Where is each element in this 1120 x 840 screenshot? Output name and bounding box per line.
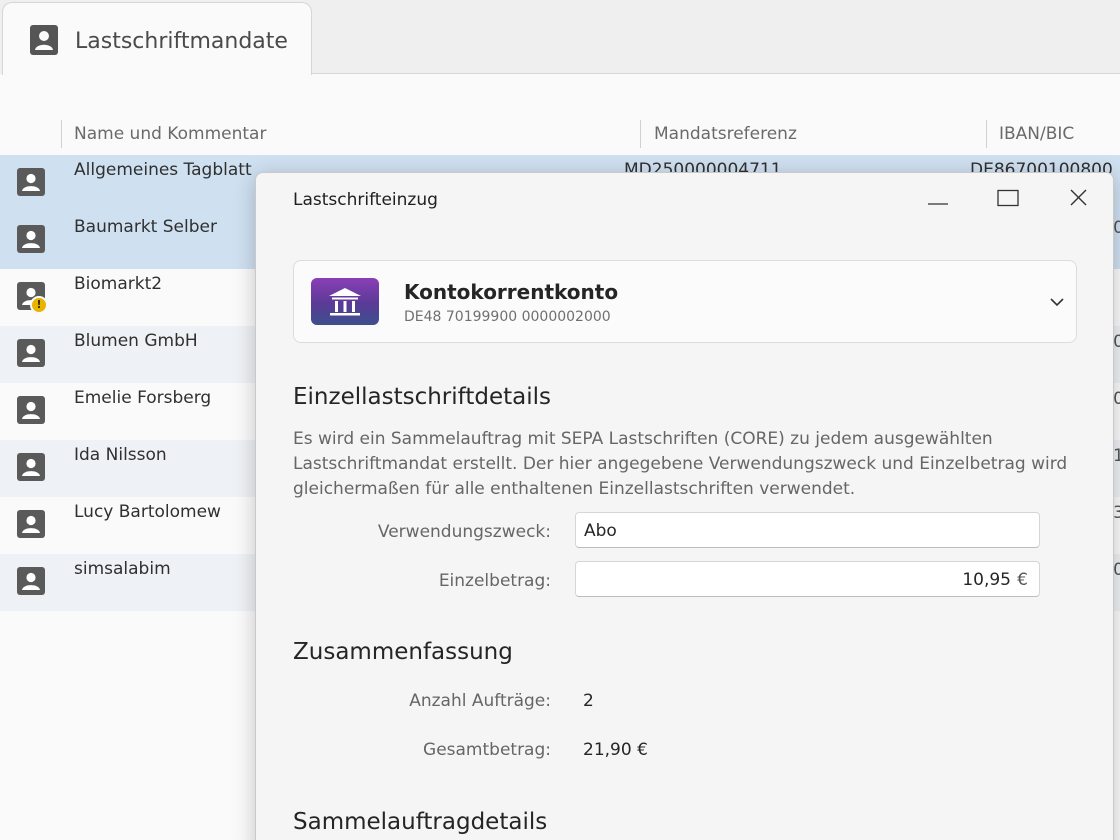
contact-icon [17,510,45,538]
row-name: Biomarkt2 [74,274,163,294]
column-separator[interactable] [61,120,62,148]
row-name: Baumarkt Selber [74,217,217,237]
tab-bar-divider [311,73,1120,74]
account-selector[interactable]: Kontokorrentkonto DE48 70199900 00000020… [293,260,1077,343]
direct-debit-dialog: Lastschrifteinzug Kontokorrentkonto DE48… [255,172,1114,840]
account-name: Kontokorrentkonto [404,280,619,304]
contact-icon [17,168,45,196]
row-name: Ida Nilsson [74,445,167,465]
dialog-title: Lastschrifteinzug [293,190,438,210]
batch-details-heading: Sammelauftragdetails [293,809,548,835]
account-iban: DE48 70199900 0000002000 [404,309,611,325]
amount-input[interactable]: 10,95 € [575,561,1040,597]
contact-icon [17,339,45,367]
contact-icon [17,225,45,253]
contact-icon [17,453,45,481]
column-header-iban-bic[interactable]: IBAN/BIC [999,124,1074,144]
column-separator[interactable] [986,120,987,148]
table-header: Name und Kommentar Mandatsreferenz IBAN/… [0,112,1120,156]
column-separator[interactable] [640,120,641,148]
summary-heading: Zusammenfassung [293,639,513,665]
details-description: Es wird ein Sammelauftrag mit SEPA Lasts… [293,429,1068,499]
purpose-label: Verwendungszweck: [377,522,551,542]
contact-card-icon [30,25,58,55]
row-name: simsalabim [74,559,171,579]
row-iban-fragment: 0 [1113,389,1120,409]
row-iban-fragment: 0 [1113,560,1120,580]
order-count-label: Anzahl Aufträge: [409,691,551,711]
minimize-button[interactable] [922,185,954,213]
purpose-input[interactable]: Abo [575,512,1040,548]
row-iban-fragment: 3 [1113,503,1120,523]
amount-value: 10,95 [962,570,1011,590]
tab-lastschriftmandate[interactable]: Lastschriftmandate [2,2,312,75]
row-name: Blumen GmbH [74,331,198,351]
total-amount-value: 21,90 € [583,740,648,760]
column-header-mandate-reference[interactable]: Mandatsreferenz [654,124,797,144]
row-name: Allgemeines Tagblatt [74,160,252,180]
contact-icon [17,396,45,424]
row-name: Emelie Forsberg [74,388,212,408]
details-heading: Einzellastschriftdetails [293,384,551,410]
warning-icon: ! [30,296,48,314]
row-iban-fragment: 0 [1113,332,1120,352]
amount-label: Einzelbetrag: [438,571,551,591]
tab-title: Lastschriftmandate [75,29,288,54]
order-count-value: 2 [583,691,594,711]
tab-bar: Lastschriftmandate [0,0,1120,75]
contact-icon [17,567,45,595]
row-name: Lucy Bartolomew [74,502,221,522]
currency-unit: € [1017,570,1028,590]
purpose-value: Abo [584,521,617,541]
chevron-down-icon [1050,298,1064,307]
maximize-button[interactable] [992,185,1024,213]
total-amount-label: Gesamtbetrag: [423,740,551,760]
bank-icon [311,278,379,325]
close-button[interactable] [1062,185,1094,213]
row-iban-fragment: 1 [1113,446,1120,466]
row-iban-fragment: 0 [1113,218,1120,238]
column-header-name[interactable]: Name und Kommentar [74,124,266,144]
